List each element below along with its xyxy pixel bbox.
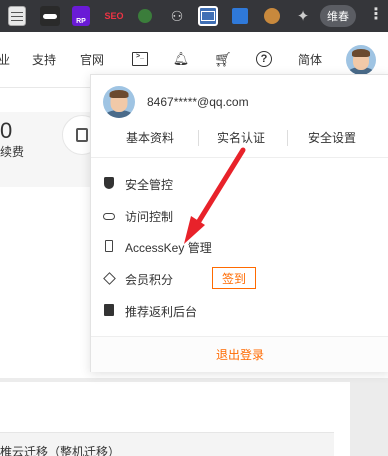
dropdown-footer: 退出登录 xyxy=(91,336,388,372)
checkin-button[interactable]: 签到 xyxy=(212,267,256,289)
document-icon xyxy=(103,304,115,316)
background-stat-label: 续费 xyxy=(0,145,25,159)
divider xyxy=(198,130,199,146)
nav-item-support[interactable]: 支持 xyxy=(32,51,56,68)
seo-ext-icon[interactable]: SEO xyxy=(104,6,124,26)
cloud-icon xyxy=(103,209,115,221)
cookie-ext-icon[interactable] xyxy=(264,8,280,24)
cart-icon[interactable]: 🛒︎ xyxy=(214,50,232,68)
terminal-icon[interactable]: >_ xyxy=(131,50,149,68)
account-links: 基本资料 实名认证 安全设置 xyxy=(91,127,388,149)
key-icon xyxy=(103,240,115,252)
mask-ext-icon[interactable] xyxy=(40,6,60,26)
background-stat-number: 0 xyxy=(0,118,13,143)
menu-item-access-control[interactable]: 访问控制 xyxy=(91,202,388,228)
window-ext-icon[interactable] xyxy=(198,6,218,26)
menu-item-security-control[interactable]: 安全管控 xyxy=(91,170,388,196)
document-icon xyxy=(76,128,88,142)
logout-button[interactable]: 退出登录 xyxy=(216,346,264,363)
language-switch[interactable]: 简体 xyxy=(298,51,322,68)
rp-ext-icon[interactable]: RP xyxy=(72,6,90,26)
menu-item-accesskey[interactable]: AccessKey 管理 xyxy=(91,233,388,259)
book-ext-icon[interactable] xyxy=(232,8,248,24)
menu-item-member-points[interactable]: 会员积分 签到 xyxy=(91,265,388,291)
background-lower-text: 椎云迁移（整机迁移） xyxy=(0,445,121,456)
bell-icon[interactable]: 🔔︎ xyxy=(172,50,190,68)
diamond-icon xyxy=(102,271,116,285)
shield-icon xyxy=(103,177,115,189)
avatar xyxy=(103,86,135,118)
help-icon[interactable]: ? xyxy=(256,51,272,67)
browser-profile-button[interactable]: 维春 xyxy=(320,5,356,27)
menu-item-label: 推荐返利后台 xyxy=(125,305,198,319)
figures-ext-icon[interactable]: ⚇ xyxy=(170,6,184,26)
avatar[interactable] xyxy=(346,45,376,75)
browser-extension-bar: RP SEO ⚇ ✦ 维春 ⋮ xyxy=(0,0,388,32)
nav-item-official-site[interactable]: 官网 xyxy=(80,51,104,68)
divider xyxy=(91,157,388,158)
menu-item-label: 安全管控 xyxy=(125,178,174,192)
real-name-auth-link[interactable]: 实名认证 xyxy=(217,129,265,146)
divider xyxy=(287,130,288,146)
plant-ext-icon[interactable] xyxy=(138,9,152,23)
account-dropdown: 8467*****@qq.com 基本资料 实名认证 安全设置 安全管控 访问控… xyxy=(90,74,388,372)
menu-item-label: 访问控制 xyxy=(125,210,174,224)
security-settings-link[interactable]: 安全设置 xyxy=(308,129,356,146)
menu-item-label: AccessKey 管理 xyxy=(125,241,212,255)
menu-item-referral-backend[interactable]: 推荐返利后台 xyxy=(91,297,388,323)
basic-info-link[interactable]: 基本资料 xyxy=(126,129,174,146)
notes-ext-icon[interactable] xyxy=(8,6,26,26)
kebab-icon[interactable]: ⋮ xyxy=(368,7,384,25)
menu-item-label: 会员积分 xyxy=(125,273,174,287)
nav-item-partial[interactable]: 业 xyxy=(0,51,10,68)
account-email: 8467*****@qq.com xyxy=(147,95,249,109)
puzzle-ext-icon[interactable]: ✦ xyxy=(294,6,312,26)
